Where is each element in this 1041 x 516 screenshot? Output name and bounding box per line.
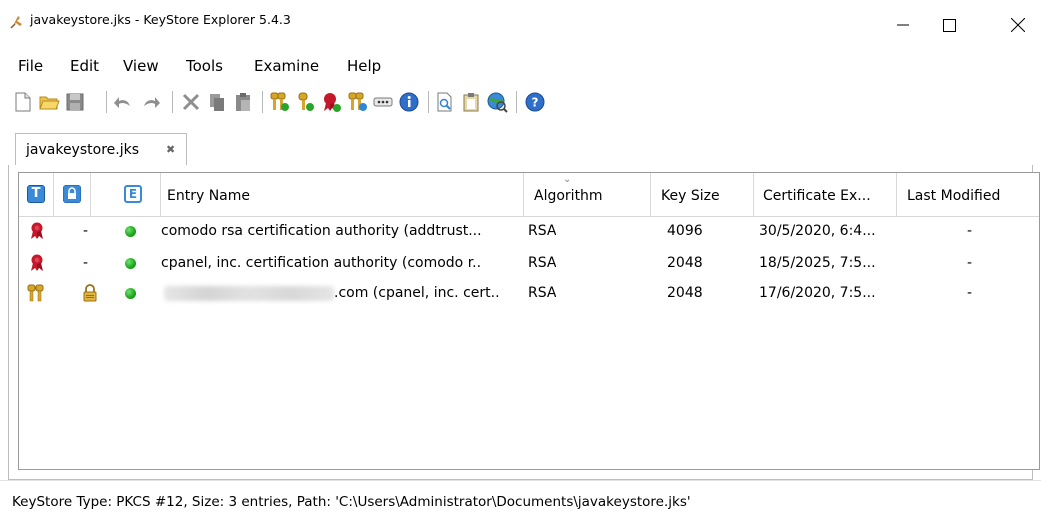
row-algorithm: RSA xyxy=(528,255,557,271)
generate-secret-key-icon[interactable] xyxy=(294,91,316,113)
minimize-button[interactable] xyxy=(880,0,926,50)
header-expiry[interactable]: E xyxy=(91,173,161,216)
menu-edit[interactable]: Edit xyxy=(68,55,101,77)
header-certificate-expiry[interactable]: Certificate Ex... xyxy=(754,173,897,216)
row-entry-name: .com (cpanel, inc. cert.. xyxy=(334,285,500,301)
maximize-button[interactable] xyxy=(926,0,972,50)
menu-help[interactable]: Help xyxy=(345,55,383,77)
header-last-modified[interactable]: Last Modified xyxy=(897,173,1039,216)
import-keypair-icon[interactable] xyxy=(346,91,368,113)
row-cert-expiry: 30/5/2020, 6:4... xyxy=(759,223,876,239)
header-algorithm[interactable]: ⌄ Algorithm xyxy=(524,173,651,216)
tab-label: javakeystore.jks xyxy=(26,142,139,158)
window-title: javakeystore.jks - KeyStore Explorer 5.4… xyxy=(30,12,291,27)
new-icon[interactable] xyxy=(12,91,34,113)
row-cert-expiry: 18/5/2025, 7:5... xyxy=(759,255,876,271)
examine-ssl-icon[interactable] xyxy=(486,91,508,113)
properties-icon[interactable] xyxy=(398,91,420,113)
row-last-modified: - xyxy=(967,255,973,271)
row-lock-value: - xyxy=(83,223,89,239)
app-logo-icon xyxy=(10,16,22,29)
table-row[interactable]: .com (cpanel, inc. cert.. RSA 2048 17/6/… xyxy=(19,282,1039,305)
toolbar: ? xyxy=(0,82,1041,122)
table-header: T E Entry Name ⌄ Algorithm Key Size Cert… xyxy=(19,173,1039,217)
lock-icon xyxy=(63,185,81,203)
header-entry-name-label: Entry Name xyxy=(167,188,251,204)
tab-strip: javakeystore.jks ✖ xyxy=(0,122,1041,166)
title-bar: javakeystore.jks - KeyStore Explorer 5.4… xyxy=(0,0,1041,50)
undo-icon[interactable] xyxy=(112,91,134,113)
menu-file[interactable]: File xyxy=(16,55,45,77)
lock-icon xyxy=(83,284,97,302)
header-lock[interactable] xyxy=(54,173,91,216)
row-key-size: 2048 xyxy=(667,255,703,271)
header-key-size[interactable]: Key Size xyxy=(651,173,754,216)
toolbar-separator xyxy=(262,91,263,113)
menu-bar: File Edit View Tools Examine Help xyxy=(0,50,1041,80)
close-button[interactable] xyxy=(995,0,1041,50)
examine-file-icon[interactable] xyxy=(434,91,456,113)
row-last-modified: - xyxy=(967,223,973,239)
row-lock-value: - xyxy=(83,255,89,271)
row-algorithm: RSA xyxy=(528,223,557,239)
row-key-size: 2048 xyxy=(667,285,703,301)
menu-view[interactable]: View xyxy=(121,55,161,77)
toolbar-separator xyxy=(172,91,173,113)
key-pair-icon xyxy=(27,284,44,302)
cut-icon[interactable] xyxy=(180,91,202,113)
table-row[interactable]: - comodo rsa certification authority (ad… xyxy=(19,220,1039,243)
row-entry-name: comodo rsa certification authority (addt… xyxy=(161,223,482,239)
import-trusted-certificate-icon[interactable] xyxy=(320,91,342,113)
redo-icon[interactable] xyxy=(140,91,162,113)
maximize-icon xyxy=(942,18,956,32)
status-bar: KeyStore Type: PKCS #12, Size: 3 entries… xyxy=(0,480,1041,516)
save-icon[interactable] xyxy=(64,91,86,113)
menu-examine[interactable]: Examine xyxy=(252,55,321,77)
toolbar-separator xyxy=(428,91,429,113)
examine-clipboard-icon[interactable] xyxy=(460,91,482,113)
header-cert-expiry-label: Certificate Ex... xyxy=(763,188,871,204)
row-algorithm: RSA xyxy=(528,285,557,301)
header-last-modified-label: Last Modified xyxy=(907,188,1001,204)
expiry-column-icon: E xyxy=(124,185,142,203)
type-column-icon: T xyxy=(27,185,45,203)
toolbar-separator xyxy=(516,91,517,113)
trusted-certificate-icon xyxy=(31,222,43,239)
close-tab-icon[interactable]: ✖ xyxy=(166,143,175,156)
redacted-hostname xyxy=(164,286,334,301)
close-icon xyxy=(1011,18,1025,32)
header-type[interactable]: T xyxy=(19,173,54,216)
generate-keypair-icon[interactable] xyxy=(268,91,290,113)
menu-tools[interactable]: Tools xyxy=(184,55,225,77)
status-text: KeyStore Type: PKCS #12, Size: 3 entries… xyxy=(12,494,691,510)
help-icon[interactable]: ? xyxy=(524,91,546,113)
set-password-icon[interactable] xyxy=(372,91,394,113)
trusted-certificate-icon xyxy=(31,254,43,271)
status-valid-icon xyxy=(125,258,136,269)
status-valid-icon xyxy=(125,226,136,237)
row-key-size: 4096 xyxy=(667,223,703,239)
header-key-size-label: Key Size xyxy=(661,188,720,204)
copy-icon[interactable] xyxy=(206,91,228,113)
open-icon[interactable] xyxy=(38,91,60,113)
header-algorithm-label: Algorithm xyxy=(534,188,603,204)
sort-indicator-icon: ⌄ xyxy=(563,174,572,185)
row-entry-name: cpanel, inc. certification authority (co… xyxy=(161,255,482,271)
row-cert-expiry: 17/6/2020, 7:5... xyxy=(759,285,876,301)
table-row[interactable]: - cpanel, inc. certification authority (… xyxy=(19,252,1039,275)
toolbar-separator xyxy=(106,91,107,113)
svg-text:?: ? xyxy=(532,96,539,110)
row-last-modified: - xyxy=(967,285,973,301)
paste-icon[interactable] xyxy=(232,91,254,113)
header-entry-name[interactable]: Entry Name xyxy=(161,173,524,216)
status-valid-icon xyxy=(125,288,136,299)
minimize-icon xyxy=(897,24,909,26)
tab-javakeystore[interactable]: javakeystore.jks ✖ xyxy=(15,133,187,166)
